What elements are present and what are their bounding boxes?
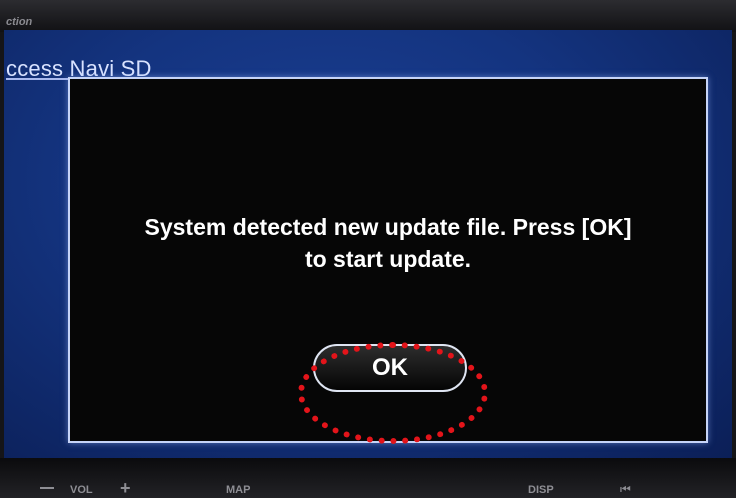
volume-label: VOL	[70, 484, 93, 496]
volume-up-button[interactable]: +	[120, 478, 131, 498]
display-screen: ccess Navi SD System detected new update…	[4, 30, 732, 458]
bezel-top: ction	[0, 0, 736, 32]
dialog-message-line-1: System detected new update file. Press […	[144, 214, 632, 240]
dialog-message: System detected new update file. Press […	[70, 211, 706, 275]
map-button[interactable]: MAP	[226, 484, 250, 496]
dialog-message-line-2: to start update.	[304, 246, 472, 272]
volume-down-button[interactable]	[40, 487, 54, 489]
disp-button[interactable]: DISP	[528, 484, 554, 496]
brand-label: ction	[6, 16, 33, 28]
ok-button[interactable]: OK	[313, 344, 467, 392]
prev-track-icon[interactable]: ⏮	[620, 482, 631, 497]
update-dialog: System detected new update file. Press […	[68, 77, 708, 443]
